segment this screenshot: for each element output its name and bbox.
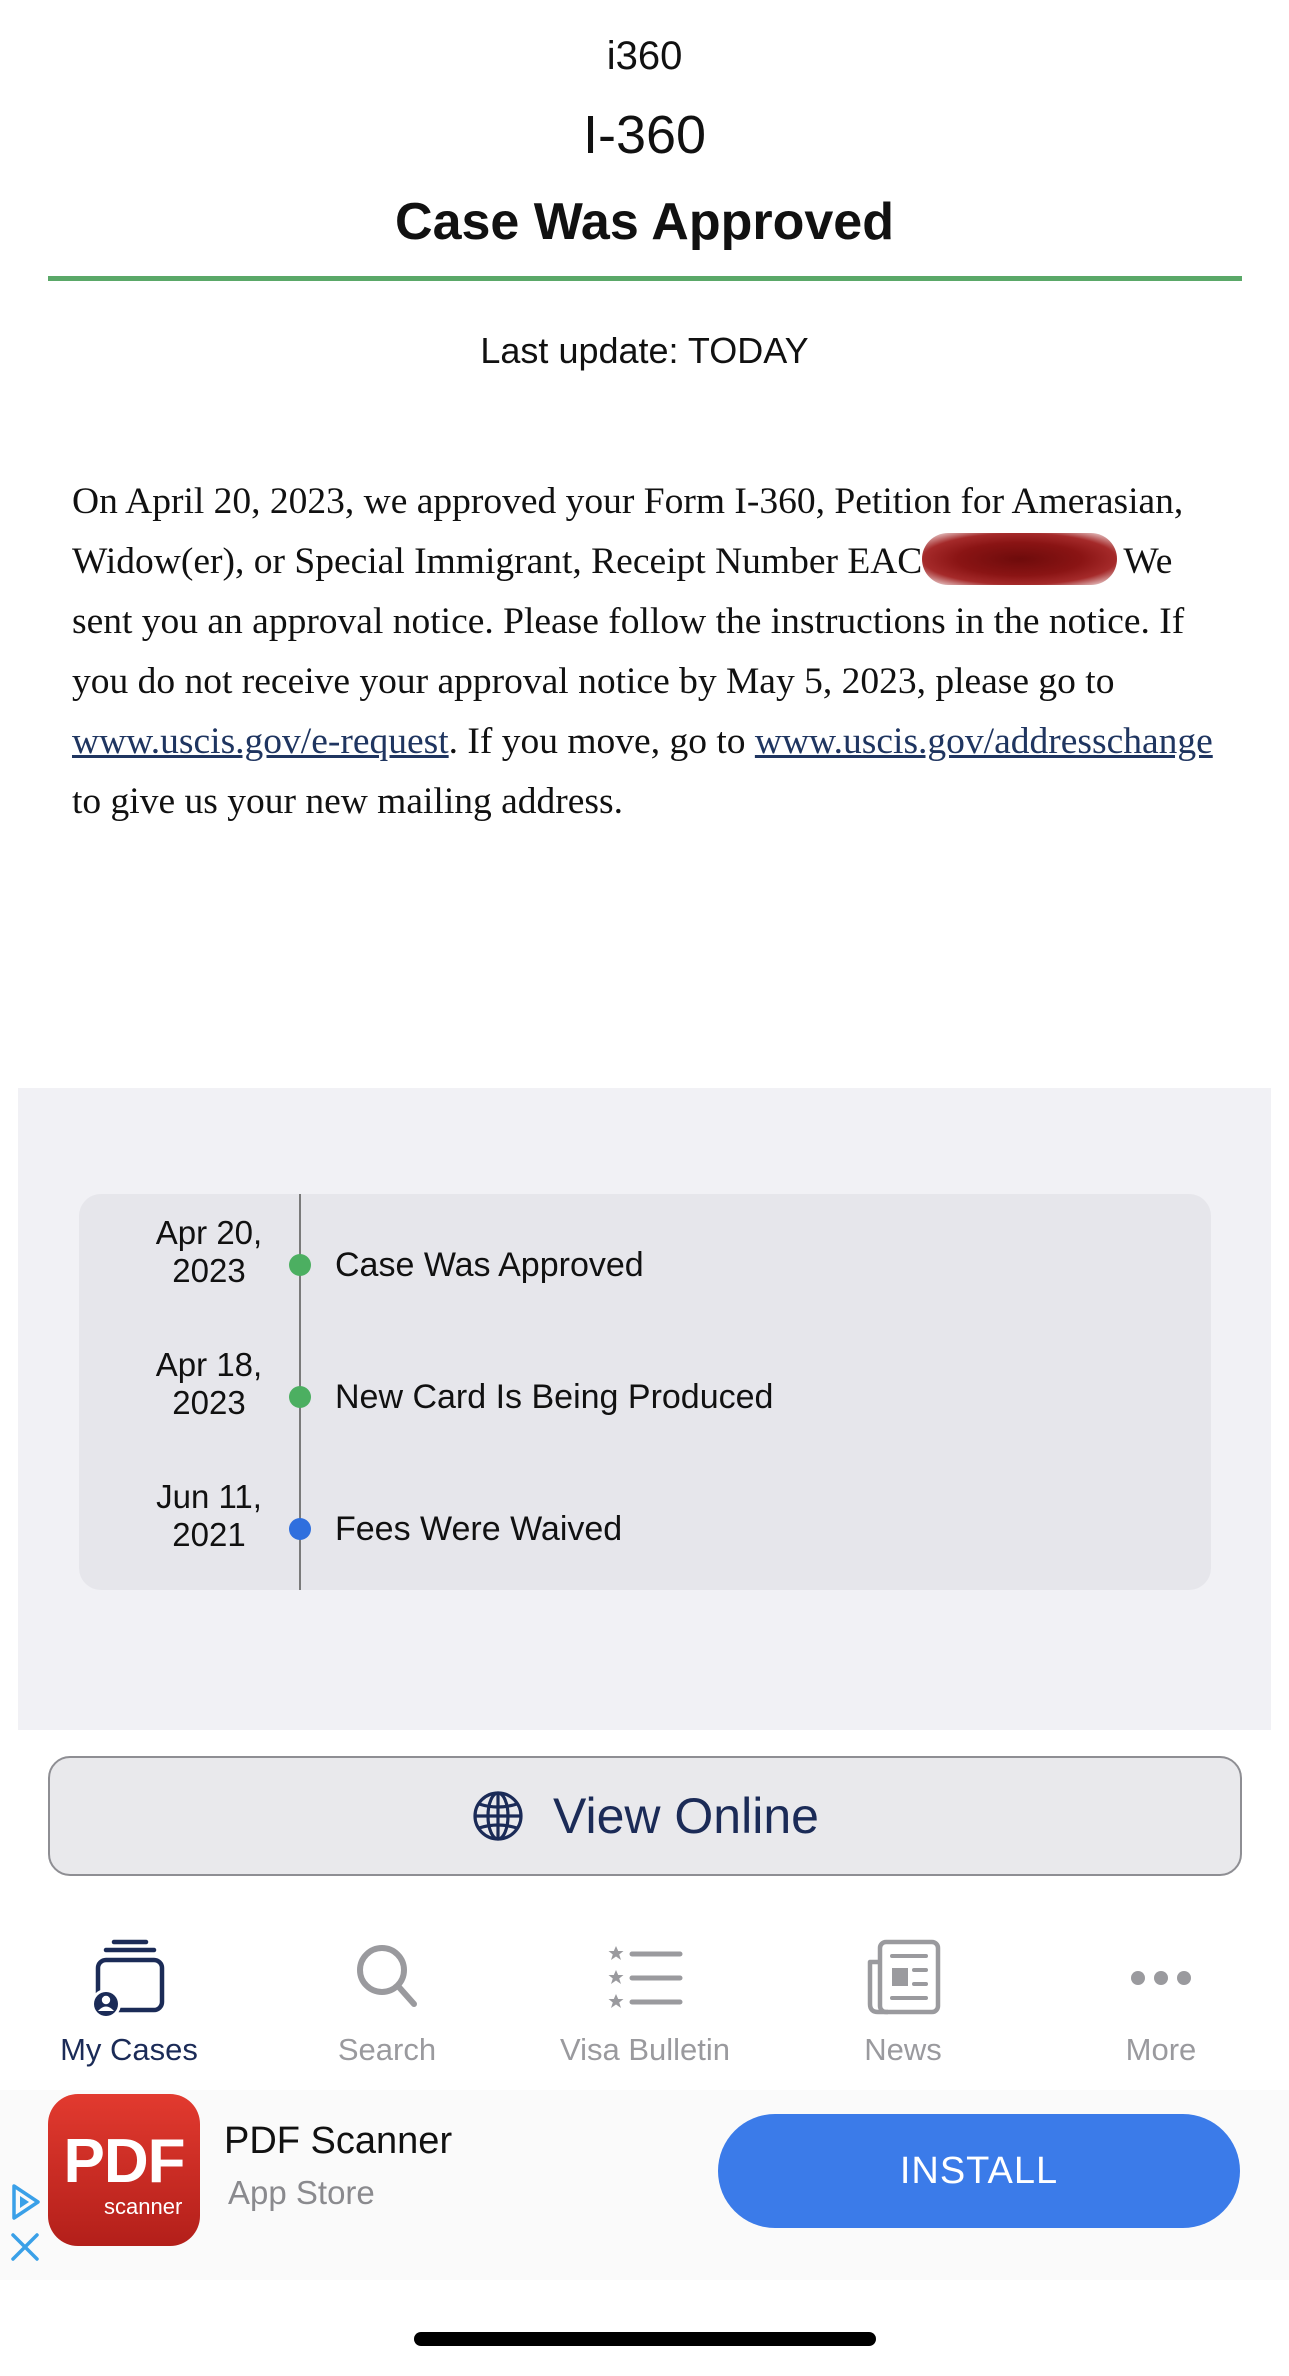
status-divider: [48, 276, 1242, 281]
search-icon: [357, 1945, 417, 2007]
tab-my-cases[interactable]: My Cases: [0, 1936, 258, 2068]
tab-label: More: [1125, 2032, 1197, 2067]
timeline-item: Apr 20, 2023 Case Was Approved: [79, 1214, 1211, 1314]
timeline-item: Jun 11, 2021 Fees Were Waived: [79, 1478, 1211, 1578]
ad-app-store: App Store: [228, 2174, 375, 2211]
tab-bar: My Cases Search Visa Bulletin News More: [0, 1936, 1289, 2076]
visa-bulletin-icon: [608, 1946, 683, 2008]
ad-icon-subtext: scanner: [104, 2194, 183, 2219]
tab-label: My Cases: [60, 2032, 198, 2067]
my-cases-icon: [91, 1939, 165, 2019]
news-icon: [867, 1939, 941, 2015]
tab-visa-bulletin[interactable]: Visa Bulletin: [516, 1936, 774, 2068]
tab-news[interactable]: News: [774, 1936, 1032, 2068]
redacted-receipt-number: [922, 533, 1118, 585]
tab-more[interactable]: More: [1032, 1936, 1289, 2068]
description-part-4: to give us your new mailing address.: [72, 781, 623, 822]
case-status-title: Case Was Approved: [395, 193, 894, 251]
timeline-date: Apr 20, 2023: [119, 1214, 299, 1290]
timeline-date: Apr 18, 2023: [119, 1346, 299, 1422]
tab-search[interactable]: Search: [258, 1936, 516, 2068]
address-change-link[interactable]: www.uscis.gov/addresschange: [755, 721, 1213, 762]
install-button[interactable]: INSTALL: [718, 2114, 1240, 2228]
timeline-date-line1: Apr 20,: [155, 1214, 263, 1251]
tab-label: Visa Bulletin: [559, 2032, 731, 2067]
ad-icon-text: PDF: [63, 2127, 186, 2196]
view-online-button[interactable]: View Online: [48, 1756, 1242, 1876]
ad-close-icon[interactable]: [8, 2230, 42, 2264]
timeline-event: Fees Were Waived: [335, 1510, 623, 1548]
last-update: Last update: TODAY: [480, 330, 809, 371]
timeline-date-line2: 2023: [172, 1252, 246, 1289]
form-name: I-360: [582, 105, 707, 165]
description-part-3: . If you move, go to: [448, 721, 755, 762]
timeline-item: Apr 18, 2023 New Card Is Being Produced: [79, 1346, 1211, 1446]
globe-icon: [473, 1791, 523, 1841]
timeline-dot-green: [289, 1386, 311, 1408]
tab-label: News: [864, 2032, 942, 2067]
timeline-event: New Card Is Being Produced: [335, 1378, 774, 1416]
pdf-scanner-app-icon[interactable]: PDF scanner: [48, 2094, 200, 2246]
timeline-date-line2: 2023: [172, 1384, 246, 1421]
timeline-date-line1: Jun 11,: [156, 1478, 262, 1515]
tab-label: Search: [337, 2032, 437, 2067]
timeline-date-line2: 2021: [172, 1516, 246, 1553]
case-description: On April 20, 2023, we approved your Form…: [72, 472, 1222, 832]
timeline-dot-green: [289, 1254, 311, 1276]
ad-choices-icon[interactable]: [8, 2182, 42, 2222]
ad-app-title[interactable]: PDF Scanner: [224, 2120, 452, 2163]
e-request-link[interactable]: www.uscis.gov/e-request: [72, 721, 449, 762]
timeline-dot-blue: [289, 1518, 311, 1540]
home-indicator[interactable]: [414, 2332, 876, 2346]
form-code: i360: [606, 34, 683, 78]
timeline-date-line1: Apr 18,: [155, 1346, 263, 1383]
view-online-label: View Online: [553, 1788, 819, 1844]
timeline-event: Case Was Approved: [335, 1246, 644, 1284]
timeline-date: Jun 11, 2021: [119, 1478, 299, 1554]
more-icon: [1131, 1971, 1191, 1985]
case-detail-screen: i360 I-360 Case Was Approved Last update…: [0, 0, 1289, 2376]
